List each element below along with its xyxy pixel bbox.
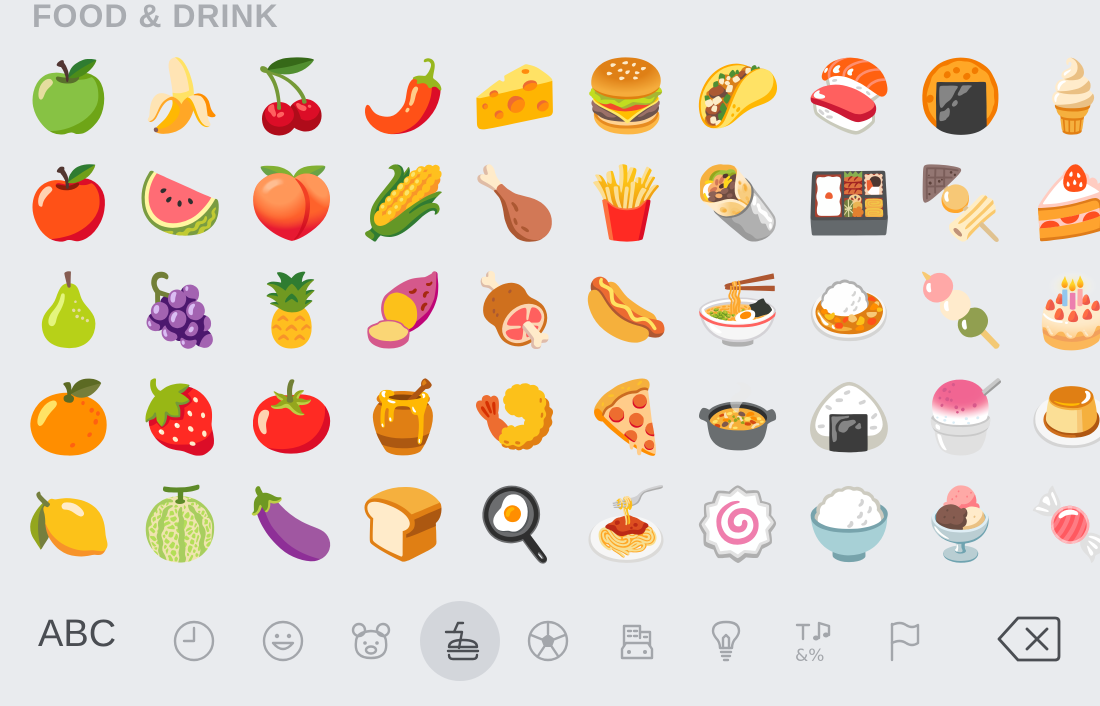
recents-icon <box>173 620 215 662</box>
emoji-key[interactable]: 🍱 <box>794 149 906 256</box>
activity-icon <box>527 620 569 662</box>
emoji-key[interactable]: 🎂 <box>1017 256 1100 363</box>
svg-text:&%: &% <box>795 646 824 664</box>
emoji-key[interactable]: 🍗 <box>459 149 571 256</box>
emoji-key[interactable]: 🍋 <box>13 470 125 577</box>
emoji-key[interactable]: 🍏 <box>13 42 125 149</box>
emoji-key[interactable]: 🍐 <box>13 256 125 363</box>
abc-keyboard-button[interactable]: ABC <box>38 613 116 656</box>
emoji-key[interactable]: 🍢 <box>905 149 1017 256</box>
emoji-key[interactable]: 🍔 <box>571 42 683 149</box>
backspace-icon <box>997 616 1061 662</box>
emoji-key[interactable]: 🍑 <box>236 149 348 256</box>
travel-places-icon <box>620 624 654 660</box>
emoji-key[interactable]: 🍌 <box>125 42 237 149</box>
activity-tab[interactable] <box>512 605 584 677</box>
emoji-key[interactable]: 🍲 <box>682 363 794 470</box>
emoji-key[interactable]: 🍎 <box>13 149 125 256</box>
emoji-key[interactable]: 🍚 <box>794 470 906 577</box>
emoji-key[interactable]: 🌶️ <box>348 42 460 149</box>
emoji-key[interactable]: 🍞 <box>348 470 460 577</box>
emoji-key[interactable]: 🌮 <box>682 42 794 149</box>
emoji-key[interactable]: 🍕 <box>571 363 683 470</box>
section-title: FOOD & DRINK <box>32 0 279 34</box>
emoji-key[interactable]: 🍮 <box>1017 363 1100 470</box>
emoji-key[interactable]: 🍟 <box>571 149 683 256</box>
emoji-key[interactable]: 🍛 <box>794 256 906 363</box>
emoji-key[interactable]: 🍬 <box>1017 470 1100 577</box>
emoji-key[interactable]: 🍦 <box>1017 42 1100 149</box>
travel-places-tab[interactable] <box>601 605 673 677</box>
emoji-key[interactable]: 🍯 <box>348 363 460 470</box>
emoji-key[interactable]: 🍧 <box>905 363 1017 470</box>
emoji-key[interactable]: 🍳 <box>459 470 571 577</box>
emoji-key[interactable]: 🍥 <box>682 470 794 577</box>
objects-icon <box>711 620 741 662</box>
emoji-key[interactable]: 🧀 <box>459 42 571 149</box>
emoji-key[interactable]: 🍊 <box>13 363 125 470</box>
animals-tab[interactable] <box>335 605 407 677</box>
emoji-key[interactable]: 🌭 <box>571 256 683 363</box>
category-bar: ABC &% <box>0 597 1100 687</box>
emoji-key[interactable]: 🍍 <box>236 256 348 363</box>
recents-tab[interactable] <box>158 605 230 677</box>
emoji-key[interactable]: 🍈 <box>125 470 237 577</box>
emoji-key[interactable]: 🍡 <box>905 256 1017 363</box>
symbols-tab[interactable]: &% <box>778 605 850 677</box>
flags-tab[interactable] <box>867 605 939 677</box>
emoji-key[interactable]: 🌯 <box>682 149 794 256</box>
emoji-key[interactable]: 🍜 <box>682 256 794 363</box>
emoji-key[interactable]: 🍉 <box>125 149 237 256</box>
emoji-key[interactable]: 🍣 <box>794 42 906 149</box>
emoji-key[interactable]: 🍒 <box>236 42 348 149</box>
emoji-key[interactable]: 🌽 <box>348 149 460 256</box>
objects-tab[interactable] <box>690 605 762 677</box>
food-drink-tab[interactable] <box>420 601 500 681</box>
emoji-key[interactable]: 🍆 <box>236 470 348 577</box>
emoji-grid: 🍏 🍌 🍒 🌶️ 🧀 🍔 🌮 🍣 🍘 🍦 🍎 🍉 🍑 🌽 🍗 🍟 🌯 🍱 🍢 🍰 🍐 🍇 🍍 🍠 🍖 🌭 🍜 🍛 🍡 🎂 🍊 🍓 🍅 🍯 🍤 🍕 🍲 🍙 🍧… <box>13 42 1100 582</box>
food-drink-icon <box>444 621 480 661</box>
animals-icon <box>351 622 391 660</box>
smileys-icon <box>262 620 304 662</box>
backspace-button[interactable] <box>996 615 1062 663</box>
emoji-key[interactable]: 🍓 <box>125 363 237 470</box>
emoji-key[interactable]: 🍝 <box>571 470 683 577</box>
emoji-key[interactable]: 🍅 <box>236 363 348 470</box>
emoji-key[interactable]: 🍖 <box>459 256 571 363</box>
emoji-key[interactable]: 🍙 <box>794 363 906 470</box>
emoji-key[interactable]: 🍇 <box>125 256 237 363</box>
emoji-key[interactable]: 🍘 <box>905 42 1017 149</box>
smileys-tab[interactable] <box>247 605 319 677</box>
emoji-key[interactable]: 🍰 <box>1017 149 1100 256</box>
flags-icon <box>890 621 920 662</box>
emoji-key[interactable]: 🍤 <box>459 363 571 470</box>
emoji-key[interactable]: 🍠 <box>348 256 460 363</box>
symbols-icon: &% <box>795 621 831 664</box>
emoji-key[interactable]: 🍨 <box>905 470 1017 577</box>
